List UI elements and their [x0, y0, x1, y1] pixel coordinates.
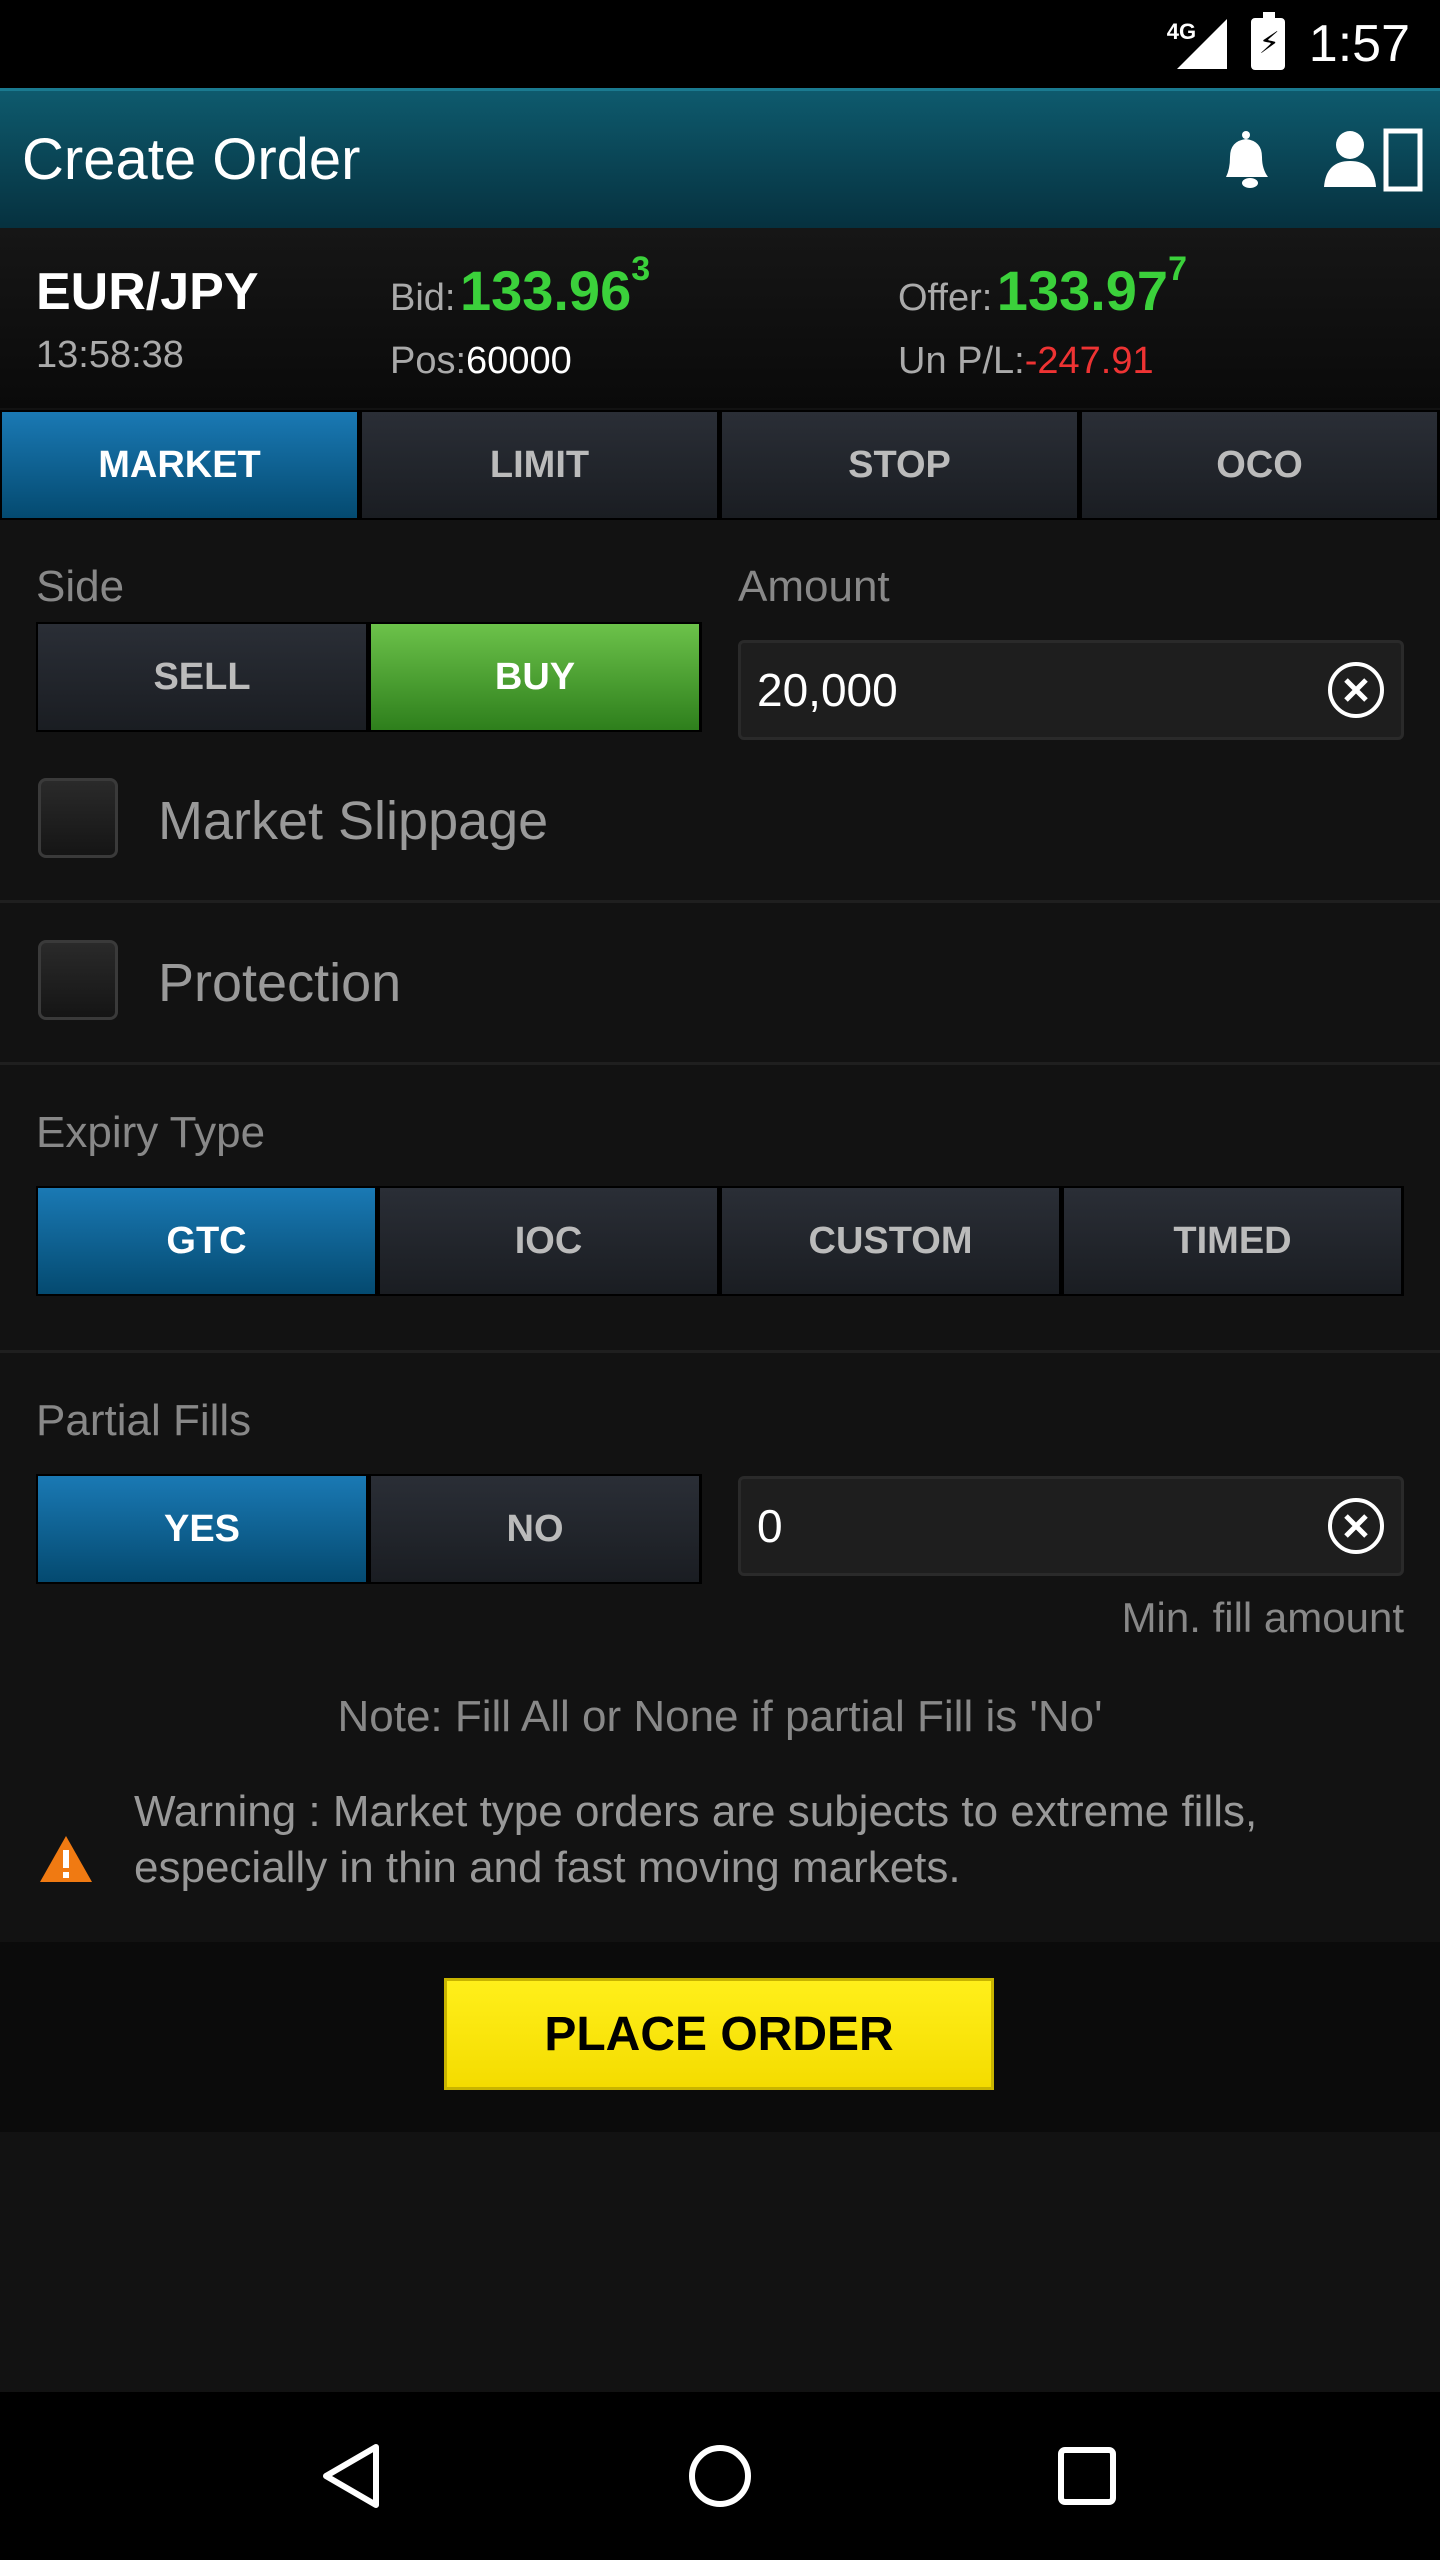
min-fill-field[interactable]: 0 [738, 1476, 1404, 1576]
page-title: Create Order [22, 127, 361, 192]
divider [0, 900, 1440, 903]
quote-header: EUR/JPY 13:58:38 Bid: 133.963 Offer: 133… [0, 228, 1440, 408]
status-time: 1:57 [1308, 15, 1410, 73]
battery-charging-icon: ⚡ [1250, 12, 1285, 70]
unrealized-pl: Un P/L:-247.91 [898, 340, 1154, 382]
fill-note: Note: Fill All or None if partial Fill i… [337, 1692, 1103, 1741]
place-order-button[interactable]: PLACE ORDER [444, 1978, 994, 2090]
buy-button[interactable]: BUY [369, 622, 702, 732]
bid-main: 133.96 [459, 259, 632, 322]
expiry-timed[interactable]: TIMED [1062, 1186, 1404, 1296]
expiry-type-label: Expiry Type [36, 1108, 266, 1157]
clear-amount-icon[interactable] [1325, 659, 1387, 721]
expiry-ioc[interactable]: IOC [378, 1186, 720, 1296]
bell-icon[interactable] [1192, 105, 1302, 215]
clear-min-fill-icon[interactable] [1325, 1495, 1387, 1557]
back-icon[interactable] [293, 2416, 413, 2536]
warning-text: Warning : Market type orders are subject… [134, 1787, 1258, 1892]
recents-icon[interactable] [1027, 2416, 1147, 2536]
expiry-custom[interactable]: CUSTOM [720, 1186, 1062, 1296]
bid-price: Bid: 133.963 [390, 250, 651, 322]
sell-button[interactable]: SELL [36, 622, 369, 732]
side-toggle: SELL BUY [36, 622, 702, 732]
action-bar: PLACE ORDER [0, 1942, 1440, 2132]
market-slippage-label: Market Slippage [158, 791, 549, 851]
tab-oco[interactable]: OCO [1080, 410, 1440, 520]
currency-pair: EUR/JPY [36, 263, 259, 321]
expiry-type-toggle: GTC IOC CUSTOM TIMED [36, 1186, 1404, 1296]
tab-market[interactable]: MARKET [0, 410, 360, 520]
status-bar: 4G ⚡ 1:57 [0, 0, 1440, 88]
tab-stop[interactable]: STOP [720, 410, 1080, 520]
amount-field[interactable]: 20,000 [738, 640, 1404, 740]
bid-pip: 3 [631, 250, 651, 288]
app-bar: Create Order [0, 88, 1440, 228]
protection-checkbox[interactable] [38, 940, 118, 1020]
partial-fills-label: Partial Fills [36, 1396, 252, 1445]
partial-fills-no[interactable]: NO [369, 1474, 702, 1584]
unrealized-pl-value: -247.91 [1024, 340, 1154, 382]
offer-main: 133.97 [996, 259, 1169, 322]
min-fill-value: 0 [757, 1500, 783, 1552]
account-switch-icon[interactable] [1316, 105, 1426, 215]
partial-fills-toggle: YES NO [36, 1474, 702, 1584]
tab-limit[interactable]: LIMIT [360, 410, 720, 520]
partial-fills-yes[interactable]: YES [36, 1474, 369, 1584]
order-type-tabs: MARKET LIMIT STOP OCO [0, 410, 1440, 520]
position: Pos:60000 [390, 340, 572, 382]
amount-label: Amount [738, 562, 890, 611]
expiry-gtc[interactable]: GTC [36, 1186, 378, 1296]
position-value: 60000 [466, 340, 572, 382]
warning-message: Warning : Market type orders are subject… [0, 1780, 1440, 1940]
market-slippage-checkbox[interactable] [38, 778, 118, 858]
offer-pip: 7 [1168, 250, 1187, 288]
side-label: Side [36, 562, 125, 611]
divider [0, 1350, 1440, 1353]
system-nav-bar [0, 2392, 1440, 2560]
amount-value: 20,000 [757, 664, 898, 716]
divider [0, 1062, 1440, 1065]
warning-icon [40, 1836, 92, 1882]
offer-price: Offer: 133.977 [898, 250, 1187, 322]
quote-time: 13:58:38 [36, 334, 184, 376]
signal-icon: 4G [1167, 19, 1227, 69]
home-icon[interactable] [660, 2416, 780, 2536]
protection-label: Protection [158, 953, 402, 1013]
min-fill-hint: Min. fill amount [1121, 1594, 1404, 1641]
